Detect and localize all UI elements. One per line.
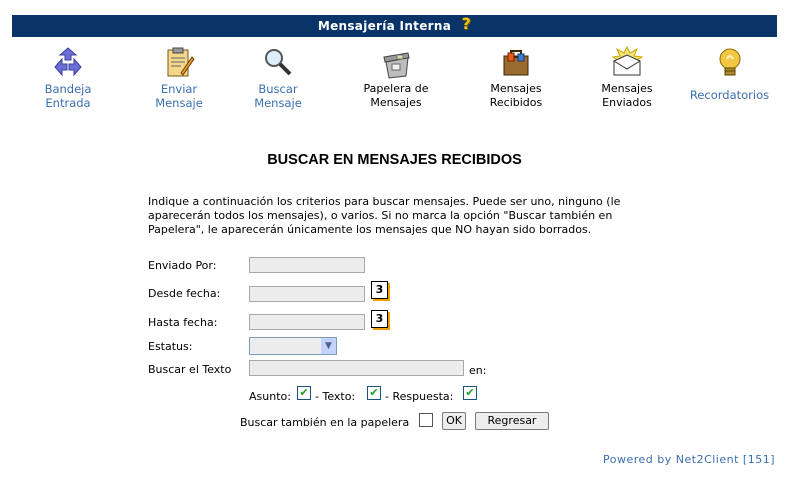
trash-bin-icon — [383, 52, 410, 79]
regresar-button[interactable]: Regresar — [475, 412, 549, 430]
desde-fecha-input[interactable] — [249, 286, 365, 302]
asunto-label: Asunto: — [249, 390, 291, 403]
nav-label-line1: Mensajes — [601, 82, 653, 95]
respuesta-checkbox[interactable]: ✔ — [463, 386, 477, 400]
enviado-por-label: Enviado Por: — [148, 259, 217, 272]
buscar-texto-input[interactable] — [249, 360, 464, 376]
nav-label-line1: Papelera de — [363, 82, 429, 95]
envelope-icon — [611, 45, 644, 76]
papelera-label: Buscar también en la papelera — [240, 416, 410, 429]
nav-papelera-mensajes[interactable]: Papelera de Mensajes — [346, 45, 446, 109]
chevron-down-icon[interactable]: ▼ — [321, 338, 336, 354]
header-title: Mensajería Interna — [317, 19, 452, 33]
help-question-icon[interactable]: ? — [462, 15, 472, 33]
nav-label-line1: Bandeja — [44, 82, 92, 96]
estatus-select[interactable]: ▼ — [249, 337, 337, 355]
nav-label-line1: Buscar — [258, 82, 298, 96]
asunto-checkbox[interactable]: ✔ — [297, 386, 311, 400]
buscar-texto-label: Buscar el Texto — [148, 363, 232, 376]
nav-label-line1: Recordatorios — [689, 88, 770, 102]
enviado-por-input[interactable] — [249, 257, 365, 273]
desde-fecha-label: Desde fecha: — [148, 287, 221, 300]
nav-mensajes-recibidos[interactable]: Mensajes Recibidos — [466, 45, 566, 109]
nav-recordatorios[interactable]: Recordatorios — [677, 45, 782, 101]
nav-bandeja-entrada[interactable]: Bandeja Entrada — [18, 45, 118, 109]
lightbulb-icon — [719, 48, 740, 76]
page-title: BUSCAR EN MENSAJES RECIBIDOS — [267, 152, 522, 168]
papelera-checkbox[interactable] — [419, 413, 433, 427]
texto-checkbox[interactable]: ✔ — [367, 386, 381, 400]
nav-buscar-mensaje[interactable]: Buscar Mensaje — [228, 45, 328, 109]
hasta-fecha-label: Hasta fecha: — [148, 316, 218, 329]
nav-toolbar: Bandeja Entrada Enviar Mensaje Buscar Me… — [12, 45, 782, 115]
briefcase-icon — [503, 50, 529, 76]
nav-label-line2: Recibidos — [489, 96, 543, 109]
magnifier-icon — [265, 49, 292, 76]
calendar-icon[interactable]: 3 — [371, 310, 388, 328]
header-bar: Mensajería Interna ? — [12, 15, 777, 37]
recycle-arrows-icon — [54, 47, 82, 77]
nav-mensajes-enviados[interactable]: Mensajes Enviados — [577, 45, 677, 109]
nav-label-line1: Enviar — [160, 82, 198, 96]
intro-text: Indique a continuación los criterios par… — [148, 195, 621, 236]
nav-enviar-mensaje[interactable]: Enviar Mensaje — [129, 45, 229, 109]
nav-label-line2: Mensaje — [254, 96, 302, 110]
nav-label-line2: Mensaje — [155, 96, 203, 110]
ok-button[interactable]: OK — [442, 412, 466, 430]
en-label: en: — [469, 364, 487, 377]
nav-label-line2: Enviados — [602, 96, 652, 109]
estatus-label: Estatus: — [148, 340, 193, 353]
respuesta-label: - Respuesta: — [385, 390, 454, 403]
powered-by-link[interactable]: Powered by Net2Client [151] — [603, 453, 775, 466]
nav-label-line1: Mensajes — [490, 82, 542, 95]
nav-label-line2: Mensajes — [370, 96, 422, 109]
clipboard-pencil-icon — [167, 47, 195, 77]
nav-label-line2: Entrada — [45, 96, 91, 110]
calendar-icon[interactable]: 3 — [371, 281, 388, 299]
hasta-fecha-input[interactable] — [249, 314, 365, 330]
texto-label: - Texto: — [315, 390, 356, 403]
